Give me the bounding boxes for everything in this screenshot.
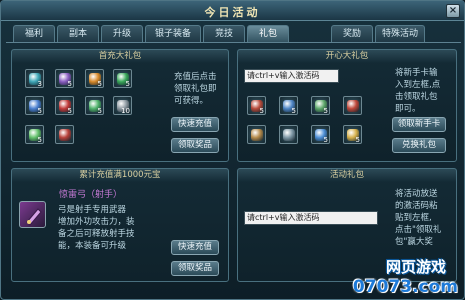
item-slot[interactable]: 5 <box>85 96 104 115</box>
item-slot[interactable]: 5 <box>311 125 330 144</box>
event-pack-description: 将活动放送 的激活码粘 贴到左框, 点击"领取礼 包"赢大奖 <box>395 189 442 247</box>
item-count: 5 <box>37 136 42 144</box>
item-slot[interactable] <box>279 125 298 144</box>
item-slot[interactable]: 5 <box>85 69 104 88</box>
first-charge-recharge-button[interactable]: 快速充值 <box>171 117 219 132</box>
title-bar[interactable]: 今日活动 × <box>1 1 464 21</box>
item-slot[interactable]: 5 <box>343 125 362 144</box>
tab-reward[interactable]: 奖励 <box>331 25 373 42</box>
item-slot[interactable]: 5 <box>247 96 266 115</box>
happy-pack-description: 将新手卡输 入到左框,点 击领取礼包 即可。 <box>395 68 441 114</box>
thunder-bow-icon[interactable] <box>19 201 46 228</box>
item-count: 5 <box>67 80 72 88</box>
tab-special-event[interactable]: 特殊活动 <box>375 25 425 42</box>
red-box-icon <box>59 129 71 141</box>
item-count: 5 <box>259 107 264 115</box>
item-slot[interactable]: 3 <box>25 69 44 88</box>
item-count: 3 <box>37 80 42 88</box>
tab-silver-equip[interactable]: 银子装备 <box>145 25 201 42</box>
tab-levelup[interactable]: 升级 <box>101 25 143 42</box>
item-count: 5 <box>291 107 296 115</box>
tab-gift-pack[interactable]: 礼包 <box>247 25 289 43</box>
tab-dungeon[interactable]: 副本 <box>57 25 99 42</box>
item-count: 5 <box>97 80 102 88</box>
item-slot[interactable] <box>343 96 362 115</box>
first-charge-description: 充值后点击 领取礼包即 可获得。 <box>174 72 217 106</box>
item-slot[interactable] <box>55 125 74 144</box>
happy-activation-input[interactable]: 请ctrl+v输入激活码 <box>244 69 339 83</box>
tab-arena[interactable]: 竞技 <box>203 25 245 42</box>
activity-window: 今日活动 × 福利 副本 升级 银子装备 竞技 礼包 奖励 特殊活动 首充大礼包… <box>0 0 465 300</box>
tab-divider <box>6 42 461 43</box>
window-title: 今日活动 <box>204 6 261 19</box>
tab-welfare[interactable]: 福利 <box>13 25 55 42</box>
event-pack-header: 活动礼包 <box>238 169 456 182</box>
item-slot[interactable]: 5 <box>279 96 298 115</box>
happy-pack-header: 开心大礼包 <box>238 50 456 63</box>
first-charge-header: 首充大礼包 <box>12 50 228 63</box>
item-slot[interactable]: 5 <box>25 125 44 144</box>
cumulative-claim-button[interactable]: 领取奖品 <box>171 261 219 276</box>
item-slot[interactable]: 5 <box>25 96 44 115</box>
claim-newbie-card-button[interactable]: 领取新手卡 <box>392 117 446 132</box>
item-count: 5 <box>125 80 130 88</box>
item-count: 5 <box>323 107 328 115</box>
first-charge-claim-button[interactable]: 领取奖品 <box>171 138 219 153</box>
item-count: 5 <box>97 107 102 115</box>
cumulative-recharge-header: 累计充值满1000元宝 <box>12 169 228 182</box>
item-count: 5 <box>323 136 328 144</box>
item-count: 5 <box>355 136 360 144</box>
bronze-ring-icon <box>251 129 263 141</box>
item-slot[interactable] <box>247 125 266 144</box>
event-activation-input[interactable]: 请ctrl+v输入激活码 <box>244 211 378 225</box>
item-count: 10 <box>121 107 130 115</box>
watermark-text: 网页游戏 <box>385 258 446 276</box>
shield-icon <box>283 129 295 141</box>
redeem-pack-button[interactable]: 兑换礼包 <box>392 138 446 153</box>
item-slot[interactable]: 5 <box>55 69 74 88</box>
close-button[interactable]: × <box>446 4 460 18</box>
item-slot[interactable]: 10 <box>113 96 132 115</box>
item-name: 惊雷弓（射手） <box>59 190 123 200</box>
red-box-icon <box>347 100 359 112</box>
item-slot[interactable]: 5 <box>113 69 132 88</box>
item-slot[interactable]: 5 <box>311 96 330 115</box>
item-count: 5 <box>67 107 72 115</box>
watermark-site: 07073.com <box>352 277 458 297</box>
item-slot[interactable]: 5 <box>55 96 74 115</box>
cumulative-description: 弓是射手专用武器 增加外功攻击力，装 备之后可释放射手技 能，本装备可升级 <box>58 205 135 251</box>
cumulative-recharge-button[interactable]: 快速充值 <box>171 240 219 255</box>
item-count: 5 <box>37 107 42 115</box>
